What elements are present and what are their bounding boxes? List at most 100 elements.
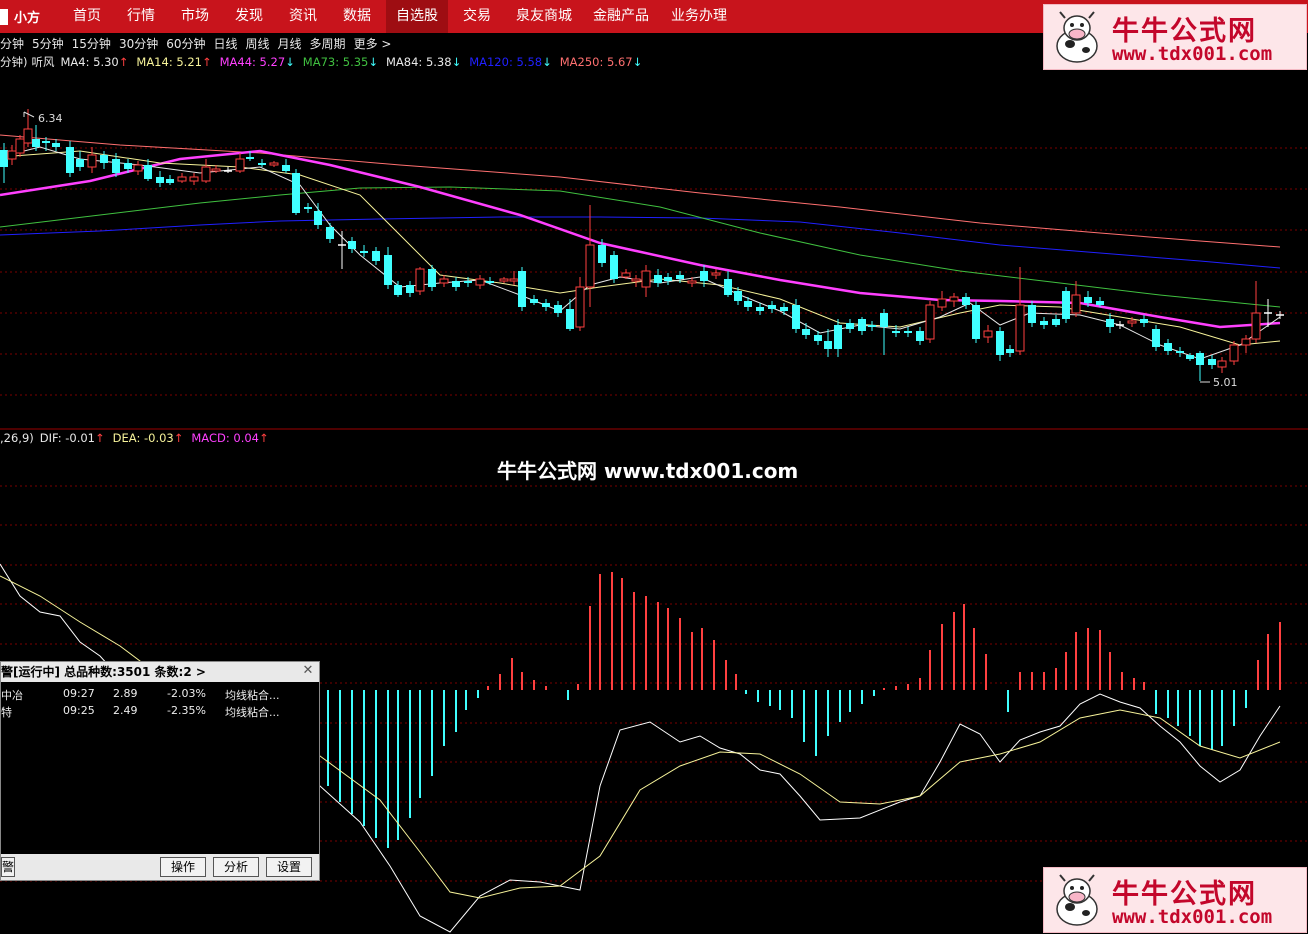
alert-signal: 均线粘合... [225, 706, 280, 719]
nav-data[interactable]: 数据 [332, 0, 382, 33]
nav-trade[interactable]: 交易 [452, 0, 502, 33]
candle-body [428, 269, 436, 287]
candles [0, 109, 1284, 381]
candle-body [32, 139, 40, 147]
watermark-badge-top: 牛牛公式网 www.tdx001.com [1043, 4, 1307, 70]
candle-body [1251, 312, 1261, 340]
alert-price: 2.89 [113, 687, 138, 700]
ma120-line [0, 216, 1281, 269]
candle-body [621, 272, 631, 278]
alert-stock-name: 特 [1, 706, 12, 719]
macd-legend-item: MACD: 0.04↑ [191, 431, 268, 445]
alert-change: -2.35% [167, 704, 206, 717]
candle-body [282, 165, 290, 171]
candle-body [1140, 319, 1148, 323]
nav-mall[interactable]: 泉友商城 [510, 0, 578, 33]
macd-legend-value: MACD: 0.04 [191, 431, 259, 445]
candle-body [641, 270, 651, 288]
macd-legend-item: DIF: -0.01↑ [40, 431, 105, 445]
cow-logo-icon [1056, 11, 1098, 63]
alert-change: -2.03% [167, 687, 206, 700]
candle-body [166, 179, 174, 183]
nav-news[interactable]: 资讯 [278, 0, 328, 33]
alert-row[interactable]: 特 09:25 2.49 -2.35% 均线粘合... [1, 704, 319, 720]
candle-body [246, 157, 254, 159]
candle-body [258, 163, 266, 165]
candle-body [858, 319, 866, 331]
candle-body [1164, 343, 1172, 351]
period-60min[interactable]: 60分钟 [166, 35, 205, 52]
low-marker: 5.01 [1200, 376, 1238, 389]
period-more[interactable]: 更多 > [354, 35, 392, 52]
nav-market[interactable]: 市场 [170, 0, 220, 33]
period-daily[interactable]: 日线 [214, 35, 238, 52]
app-logo[interactable]: 小方 [0, 0, 40, 33]
period-weekly[interactable]: 周线 [246, 35, 270, 52]
period-monthly[interactable]: 月线 [278, 35, 302, 52]
candle-body [937, 298, 947, 308]
period-1min[interactable]: 分钟 [0, 35, 24, 52]
high-price-label: 6.34 [38, 112, 63, 125]
nav-discover[interactable]: 发现 [224, 0, 274, 33]
candle-body [394, 285, 402, 295]
candle-body [15, 138, 25, 154]
alert-panel-title: 警[运行中] 总品种数:3501 条数:2 > [1, 665, 206, 679]
candle-body [1040, 321, 1048, 325]
arrow-up-icon: ↑ [258, 431, 269, 445]
candle-body [1127, 320, 1137, 324]
alert-panel-header: 警[运行中] 总品种数:3501 条数:2 > ✕ [1, 662, 319, 682]
operate-button[interactable]: 操作 [160, 857, 206, 877]
candle-body [880, 313, 888, 327]
period-5min[interactable]: 5分钟 [32, 35, 64, 52]
candle-body [66, 147, 74, 173]
candle-body [983, 330, 993, 338]
nav-quotes[interactable]: 行情 [116, 0, 166, 33]
candle-body [439, 278, 449, 284]
alert-row[interactable]: 中冶 09:27 2.89 -2.03% 均线粘合... [1, 687, 319, 703]
candle-body [530, 299, 538, 303]
candle-body [1152, 329, 1160, 347]
candle-body [542, 303, 550, 307]
period-30min[interactable]: 30分钟 [119, 35, 158, 52]
alert-price: 2.49 [113, 704, 138, 717]
candlestick-chart[interactable]: 6.34 5.01 [0, 55, 1308, 430]
period-multi[interactable]: 多周期 [310, 35, 346, 52]
candle-body [654, 275, 662, 283]
nav-business[interactable]: 业务办理 [664, 0, 734, 33]
close-icon[interactable]: ✕ [301, 664, 315, 678]
logo-text: 小方 [14, 11, 41, 26]
period-15min[interactable]: 15分钟 [72, 35, 111, 52]
nav-watchlist[interactable]: 自选股 [386, 0, 448, 33]
candle-body [814, 335, 822, 341]
candle-body [846, 323, 854, 329]
candle-body [201, 166, 211, 182]
alert-panel-footer: 警 操作 分析 设置 [1, 854, 319, 880]
candle-body [314, 211, 322, 225]
candle-body [566, 309, 574, 329]
macd-histogram [327, 572, 1281, 848]
cow-logo-icon [1056, 874, 1098, 926]
candle-body [235, 158, 245, 172]
alert-time: 09:27 [63, 687, 95, 700]
candle-body [687, 280, 697, 284]
candle-body [144, 165, 152, 179]
candle-body [996, 331, 1004, 355]
alert-left-button[interactable]: 警 [1, 857, 15, 877]
alert-panel[interactable]: 警[运行中] 总品种数:3501 条数:2 > ✕ 中冶 09:27 2.89 … [0, 661, 320, 881]
candle-body [360, 251, 368, 253]
candle-body [925, 304, 935, 340]
nav-finance[interactable]: 金融产品 [586, 0, 656, 33]
alert-stock-name: 中冶 [1, 689, 23, 702]
candle-body [598, 245, 606, 263]
candle-body [486, 281, 494, 283]
candle-body [1217, 360, 1227, 368]
candle-body [554, 305, 562, 313]
nav-home[interactable]: 首页 [62, 0, 112, 33]
candle-body [87, 154, 97, 168]
candle-body [1196, 353, 1204, 365]
candle-body [42, 141, 50, 143]
settings-button[interactable]: 设置 [266, 857, 312, 877]
candle-body [1006, 349, 1014, 353]
analyze-button[interactable]: 分析 [213, 857, 259, 877]
candle-body [384, 255, 392, 285]
